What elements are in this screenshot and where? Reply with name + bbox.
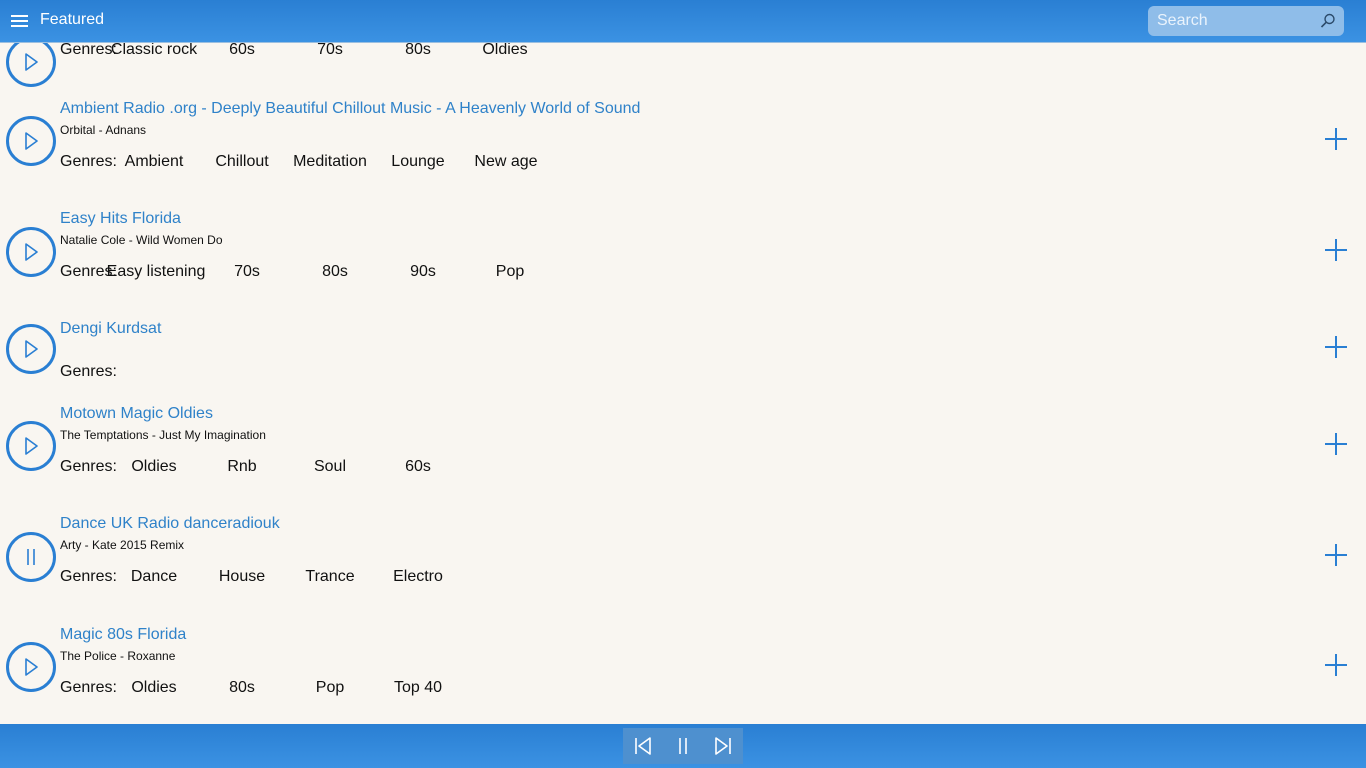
genres-label: Genres: <box>60 679 117 696</box>
genre-tag: Trance <box>305 568 355 585</box>
genre-tag: New age <box>474 153 538 170</box>
play-station-button[interactable] <box>6 227 56 277</box>
player-bar <box>0 724 1366 768</box>
genre-tag: 60s <box>229 43 255 58</box>
skip-previous-icon <box>635 737 651 755</box>
play-icon <box>25 243 38 261</box>
play-station-button[interactable] <box>6 116 56 166</box>
genre-tag: Rnb <box>227 458 257 475</box>
add-favorite-button[interactable] <box>1324 127 1348 151</box>
page-title: Featured <box>40 11 105 28</box>
play-icon <box>25 658 38 676</box>
play-icon <box>25 340 38 358</box>
now-playing-track: Arty - Kate 2015 Remix <box>60 538 185 552</box>
add-favorite-button[interactable] <box>1324 335 1348 359</box>
genre-tag: Meditation <box>293 153 367 170</box>
skip-previous-button[interactable] <box>623 728 663 764</box>
station-name[interactable]: Dengi Kurdsat <box>60 320 161 338</box>
now-playing-track: The Police - Roxanne <box>60 649 176 663</box>
station-row[interactable]: Easy Hits Florida Natalie Cole - Wild Wom… <box>0 203 1366 311</box>
search-input[interactable] <box>1157 11 1317 31</box>
genre-tag: Electro <box>393 568 443 585</box>
genre-tag: Pop <box>315 679 345 696</box>
genre-tag: 90s <box>410 263 436 280</box>
add-favorite-button[interactable] <box>1324 653 1348 677</box>
search-box[interactable] <box>1148 6 1344 36</box>
genre-tag: Ambient <box>124 153 184 170</box>
genres-label: Genres: <box>60 458 117 475</box>
genre-tag: Soul <box>313 458 347 475</box>
genre-tag: 70s <box>317 43 343 58</box>
hamburger-icon[interactable] <box>11 14 29 28</box>
genre-tag: Lounge <box>391 153 445 170</box>
play-station-button[interactable] <box>6 421 56 471</box>
pause-button[interactable] <box>663 728 703 764</box>
genre-tag: Top 40 <box>393 679 443 696</box>
genres-label: Genres: <box>60 43 117 58</box>
genres-label: Genres: <box>60 153 117 170</box>
pause-icon <box>27 549 35 565</box>
skip-next-icon <box>715 737 731 755</box>
play-station-button[interactable] <box>6 642 56 692</box>
genre-tag: Dance <box>130 568 178 585</box>
genre-tag: Pop <box>495 263 525 280</box>
genres-label: Genres: <box>60 568 117 585</box>
skip-next-button[interactable] <box>703 728 743 764</box>
station-row[interactable]: Genres: Classic rock 60s 70s 80s Oldies <box>0 43 1366 89</box>
station-name[interactable]: Magic 80s Florida <box>60 626 186 644</box>
search-icon[interactable] <box>1320 13 1336 29</box>
genre-tag: Easy listening <box>106 263 206 280</box>
genre-tag: Oldies <box>482 43 528 58</box>
station-row[interactable]: Magic 80s Florida The Police - Roxanne Gen… <box>0 619 1366 724</box>
station-name[interactable]: Dance UK Radio danceradiouk <box>60 515 280 533</box>
play-station-button[interactable] <box>6 43 56 87</box>
now-playing-track: The Temptations - Just My Imagination <box>60 428 266 442</box>
play-icon <box>25 53 38 71</box>
station-name[interactable]: Motown Magic Oldies <box>60 405 213 423</box>
genres-label: Genres: <box>60 363 117 380</box>
station-row[interactable]: Ambient Radio .org - Deeply Beautiful Ch… <box>0 93 1366 201</box>
genre-tag: Oldies <box>131 679 177 696</box>
play-icon <box>25 437 38 455</box>
station-name[interactable]: Ambient Radio .org - Deeply Beautiful Ch… <box>60 100 640 118</box>
pause-station-button[interactable] <box>6 532 56 582</box>
transport-controls <box>623 728 743 764</box>
add-favorite-button[interactable] <box>1324 432 1348 456</box>
play-station-button[interactable] <box>6 324 56 374</box>
genre-tag: 80s <box>229 679 255 696</box>
genre-tag: 80s <box>322 263 348 280</box>
genre-tag: 70s <box>234 263 260 280</box>
genre-tag: House <box>218 568 266 585</box>
station-list: Genres: Classic rock 60s 70s 80s Oldies Ambien… <box>0 43 1366 724</box>
now-playing-track: Natalie Cole - Wild Women Do <box>60 233 223 247</box>
add-favorite-button[interactable] <box>1324 543 1348 567</box>
genre-tag: Chillout <box>215 153 269 170</box>
genre-tag: 60s <box>405 458 431 475</box>
play-icon <box>25 132 38 150</box>
pause-icon <box>679 738 687 754</box>
station-row[interactable]: Motown Magic Oldies The Temptations - Jus… <box>0 398 1366 506</box>
now-playing-track: Orbital - Adnans <box>60 123 147 137</box>
genre-tag: Classic rock <box>110 43 198 58</box>
title-bar: Featured <box>0 0 1366 43</box>
genre-tag: 80s <box>405 43 431 58</box>
station-row[interactable]: Dance UK Radio danceradiouk Arty - Kate 2… <box>0 508 1366 616</box>
genre-tag: Oldies <box>131 458 177 475</box>
station-name[interactable]: Easy Hits Florida <box>60 210 181 228</box>
add-favorite-button[interactable] <box>1324 238 1348 262</box>
